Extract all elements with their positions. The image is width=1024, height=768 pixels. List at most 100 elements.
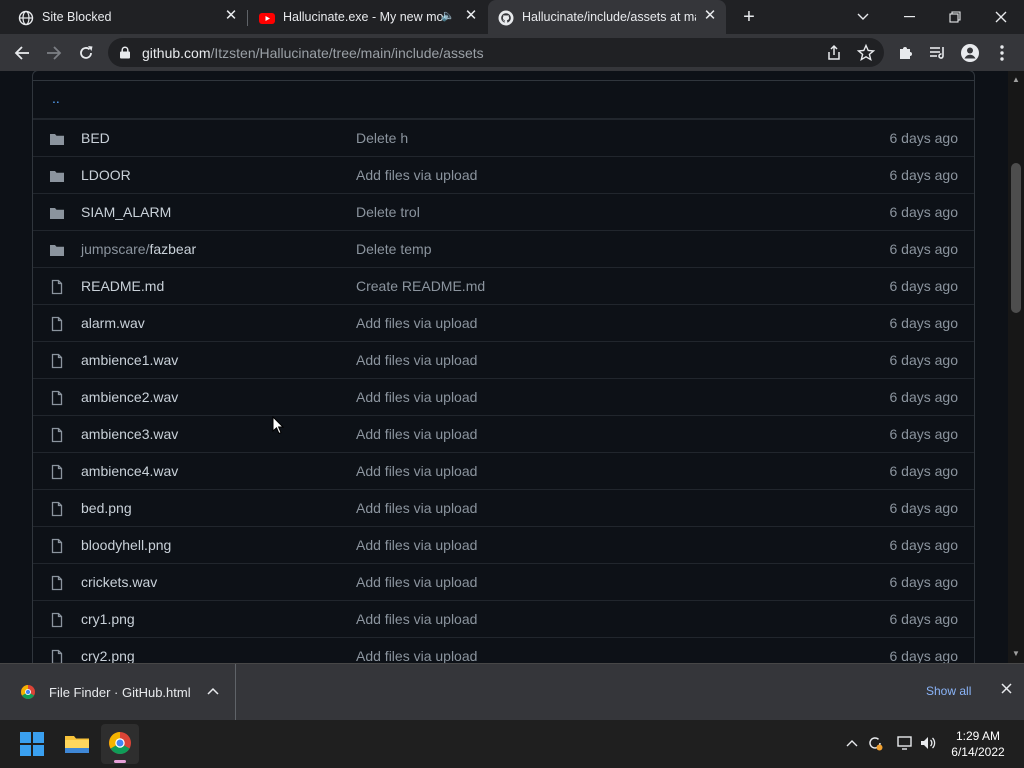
- file-name-link[interactable]: bloodyhell.png: [81, 537, 171, 553]
- file-name-link[interactable]: LDOOR: [81, 167, 131, 183]
- file-name-link[interactable]: ambience2.wav: [81, 389, 178, 405]
- restore-button[interactable]: [932, 0, 978, 34]
- close-download-shelf-icon[interactable]: [997, 681, 1015, 699]
- close-tab-icon[interactable]: ✕: [222, 7, 240, 25]
- file-name-link[interactable]: crickets.wav: [81, 574, 157, 590]
- file-row[interactable]: bed.png Add files via upload 6 days ago: [33, 489, 974, 526]
- close-window-button[interactable]: [978, 0, 1024, 34]
- minimize-button[interactable]: [886, 0, 932, 34]
- system-clock[interactable]: 1:29 AM 6/14/2022: [946, 728, 1010, 760]
- file-row[interactable]: ambience4.wav Add files via upload 6 days …: [33, 452, 974, 489]
- network-icon[interactable]: [895, 734, 913, 752]
- file-row[interactable]: crickets.wav Add files via upload 6 days a…: [33, 563, 974, 600]
- file-row[interactable]: SIAM_ALARM Delete trol 6 days ago: [33, 193, 974, 230]
- commit-message-link[interactable]: Create README.md: [356, 278, 485, 294]
- chrome-taskbar-button[interactable]: [101, 724, 139, 764]
- commit-message-link[interactable]: Add files via upload: [356, 426, 477, 442]
- commit-message-link[interactable]: Add files via upload: [356, 537, 477, 553]
- file-row[interactable]: cry2.png Add files via upload 6 days ago: [33, 637, 974, 663]
- file-name-link[interactable]: ambience3.wav: [81, 426, 178, 442]
- github-page: .. BED Delete h 6 days ago LDOOR Add files v…: [0, 71, 1008, 663]
- commit-message-link[interactable]: Delete trol: [356, 204, 420, 220]
- chevron-up-icon[interactable]: [205, 682, 221, 698]
- file-name-link[interactable]: bed.png: [81, 500, 132, 516]
- file-list-box: .. BED Delete h 6 days ago LDOOR Add files v…: [32, 71, 975, 663]
- file-explorer-icon[interactable]: [61, 728, 93, 760]
- commit-age: 6 days ago: [889, 204, 959, 220]
- commit-message-link[interactable]: Add files via upload: [356, 648, 477, 663]
- forward-button[interactable]: [42, 41, 66, 65]
- commit-message-link[interactable]: Add files via upload: [356, 167, 477, 183]
- url-host: github.com: [142, 45, 211, 61]
- file-row[interactable]: jumpscare/fazbear Delete temp 6 days ago: [33, 230, 974, 267]
- close-tab-icon[interactable]: ✕: [701, 7, 719, 25]
- commit-message-link[interactable]: Add files via upload: [356, 574, 477, 590]
- new-tab-button[interactable]: +: [738, 6, 760, 28]
- audio-playing-icon[interactable]: 🔈: [439, 7, 457, 25]
- folder-icon: [49, 131, 65, 147]
- commit-message-link[interactable]: Add files via upload: [356, 463, 477, 479]
- file-icon: [49, 316, 65, 332]
- share-icon[interactable]: [824, 43, 844, 63]
- tab-github-assets[interactable]: Hallucinate/include/assets at ma ✕: [488, 0, 726, 34]
- lock-icon[interactable]: [119, 46, 131, 59]
- commit-message-link[interactable]: Delete temp: [356, 241, 431, 257]
- scroll-down-arrow-icon[interactable]: ▼: [1008, 647, 1024, 661]
- commit-message-link[interactable]: Add files via upload: [356, 352, 477, 368]
- commit-message-link[interactable]: Add files via upload: [356, 611, 477, 627]
- close-tab-icon[interactable]: ✕: [462, 7, 480, 25]
- volume-icon[interactable]: [919, 734, 937, 752]
- file-row[interactable]: alarm.wav Add files via upload 6 days ago: [33, 304, 974, 341]
- page-scrollbar[interactable]: ▲ ▼: [1008, 71, 1024, 663]
- parent-directory-row[interactable]: ..: [33, 82, 974, 119]
- tab-search-button[interactable]: [840, 0, 886, 34]
- file-name-link[interactable]: ambience4.wav: [81, 463, 178, 479]
- windows-start-icon[interactable]: [16, 728, 48, 760]
- scroll-up-arrow-icon[interactable]: ▲: [1008, 73, 1024, 87]
- tab-youtube[interactable]: Hallucinate.exe - My new mo 🔈 ✕: [249, 0, 485, 34]
- file-name-link[interactable]: README.md: [81, 278, 164, 294]
- file-name-link[interactable]: cry2.png: [81, 648, 135, 663]
- file-name-link[interactable]: cry1.png: [81, 611, 135, 627]
- file-name-link[interactable]: alarm.wav: [81, 315, 145, 331]
- commit-age: 6 days ago: [889, 241, 959, 257]
- commit-message-link[interactable]: Add files via upload: [356, 315, 477, 331]
- commit-message-link[interactable]: Delete h: [356, 130, 408, 146]
- file-row[interactable]: LDOOR Add files via upload 6 days ago: [33, 156, 974, 193]
- address-bar[interactable]: github.com/Itzsten/Hallucinate/tree/main…: [108, 38, 884, 67]
- file-row[interactable]: README.md Create README.md 6 days ago: [33, 267, 974, 304]
- reload-button[interactable]: [74, 41, 98, 65]
- file-name-link[interactable]: SIAM_ALARM: [81, 204, 171, 220]
- file-row[interactable]: ambience2.wav Add files via upload 6 days …: [33, 378, 974, 415]
- file-row[interactable]: BED Delete h 6 days ago: [33, 119, 974, 156]
- tab-site-blocked[interactable]: Site Blocked ✕: [8, 0, 244, 34]
- active-app-indicator: [114, 760, 126, 763]
- profile-avatar-icon[interactable]: [960, 43, 980, 63]
- back-button[interactable]: [10, 41, 34, 65]
- tray-overflow-chevron-icon[interactable]: [843, 734, 861, 752]
- scrollbar-thumb[interactable]: [1011, 163, 1021, 313]
- file-icon: [49, 538, 65, 554]
- download-item[interactable]: File Finder · GitHub.html: [0, 664, 236, 721]
- file-row[interactable]: ambience3.wav Add files via upload 6 days …: [33, 415, 974, 452]
- file-row[interactable]: ambience1.wav Add files via upload 6 days …: [33, 341, 974, 378]
- parent-directory-link[interactable]: ..: [52, 90, 60, 106]
- file-name: cry1.png: [81, 611, 135, 627]
- browser-tab-strip: Site Blocked ✕ Hallucinate.exe - My new …: [0, 0, 1024, 34]
- file-row[interactable]: cry1.png Add files via upload 6 days ago: [33, 600, 974, 637]
- sync-update-icon[interactable]: [866, 734, 884, 752]
- show-all-downloads-link[interactable]: Show all: [926, 684, 971, 698]
- file-name-link[interactable]: jumpscare/fazbear: [81, 241, 196, 257]
- extensions-puzzle-icon[interactable]: [896, 43, 916, 63]
- bookmark-star-icon[interactable]: [856, 43, 876, 63]
- file-name: bloodyhell.png: [81, 537, 172, 553]
- kebab-menu-icon[interactable]: [992, 43, 1012, 63]
- file-name: README.md: [81, 278, 165, 294]
- commit-message-link[interactable]: Add files via upload: [356, 500, 477, 516]
- file-row[interactable]: bloodyhell.png Add files via upload 6 days…: [33, 526, 974, 563]
- file-name: bed.png: [81, 500, 132, 516]
- commit-message-link[interactable]: Add files via upload: [356, 389, 477, 405]
- file-name-link[interactable]: ambience1.wav: [81, 352, 178, 368]
- file-name-link[interactable]: BED: [81, 130, 110, 146]
- media-control-icon[interactable]: [928, 43, 948, 63]
